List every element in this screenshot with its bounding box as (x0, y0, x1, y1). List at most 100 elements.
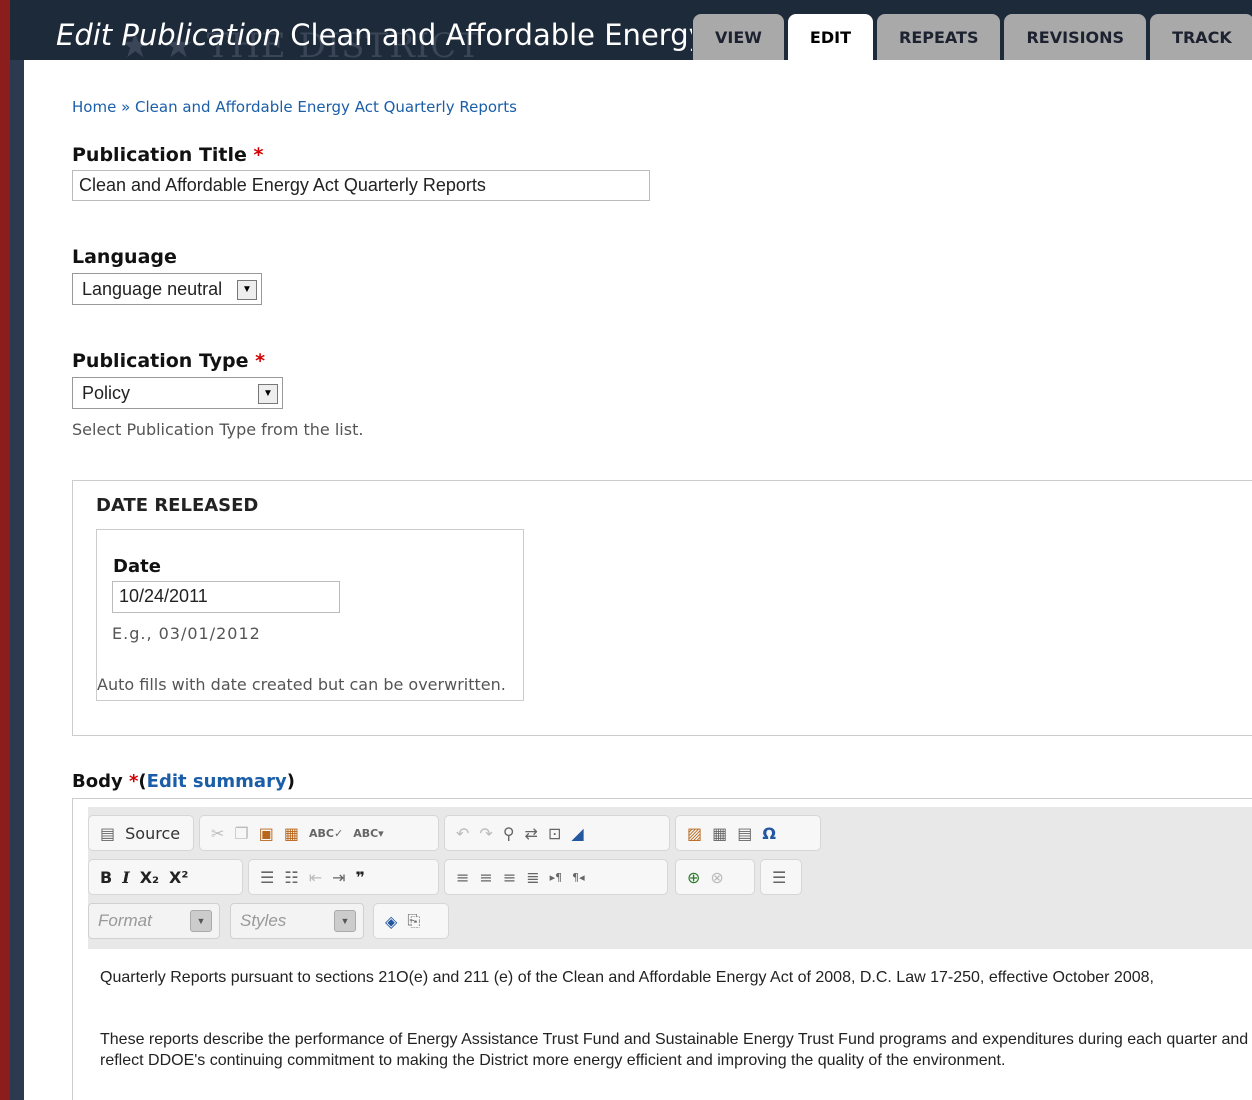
styles-placeholder: Styles (240, 911, 287, 930)
toolbar-group-clipboard: ✂ ❐ ▣ ▦ ABC✓ ABC▾ (199, 815, 439, 851)
language-select[interactable]: Language neutral ▼ (72, 273, 262, 305)
tab-edit[interactable]: EDIT (787, 14, 873, 60)
breadcrumb-home-link[interactable]: Home (72, 98, 116, 116)
tab-track[interactable]: TRACK (1150, 14, 1252, 60)
image-icon[interactable]: ▨ (687, 824, 702, 843)
align-right-icon[interactable]: ≡ (503, 868, 516, 887)
format-placeholder: Format (98, 911, 152, 930)
title-label: Publication Title * (72, 144, 263, 166)
body-paragraph: These reports describe the performance o… (100, 1031, 1249, 1069)
dropdown-arrow-icon: ▼ (237, 280, 257, 300)
paste-icon[interactable]: ▣ (259, 824, 274, 843)
editor-content-area[interactable]: Quarterly Reports pursuant to sections 2… (88, 949, 1252, 1100)
numbered-list-icon[interactable]: ☰ (260, 868, 274, 887)
toolbar-group-align: ≡ ≡ ≡ ≣ ▸¶ ¶◂ (444, 859, 668, 895)
date-help-text: Auto fills with date created but can be … (97, 675, 506, 694)
toolbar-group-links: ⊕ ⊗ (675, 859, 755, 895)
horizontal-rule-icon[interactable]: ▤ (737, 824, 752, 843)
tab-bar: VIEW EDIT REPEATS REVISIONS TRACK L (693, 14, 1252, 60)
breadcrumb-separator: » (116, 98, 136, 116)
required-marker: * (253, 144, 264, 166)
main-content: Home » Clean and Affordable Energy Act Q… (24, 60, 1252, 1100)
bold-button[interactable]: B (100, 868, 112, 887)
superscript-button[interactable]: X² (169, 868, 188, 887)
toolbar-group-pagebreak: ☰ (760, 859, 802, 895)
italic-button[interactable]: I (122, 868, 129, 887)
edit-summary-close: ) (286, 771, 295, 792)
styles-dropdown[interactable]: Styles ▼ (230, 903, 364, 939)
type-select[interactable]: Policy ▼ (72, 377, 283, 409)
toolbar-group-lists: ☰ ☷ ⇤ ⇥ ❞ (248, 859, 439, 895)
dropdown-arrow-icon: ▼ (258, 384, 278, 404)
left-background (10, 60, 24, 1100)
indent-icon[interactable]: ⇥ (332, 868, 345, 887)
spellcheck-as-you-type-icon[interactable]: ABC▾ (353, 827, 384, 840)
required-marker: * (129, 771, 139, 792)
blockquote-icon[interactable]: ❞ (356, 868, 365, 887)
editor-toolbar: ▤ Source ✂ ❐ ▣ ▦ ABC✓ ABC▾ ↶ ↷ ⚲ ⇄ ⊡ ◢ ▨ (88, 807, 1252, 949)
language-select-value: Language neutral (82, 279, 223, 299)
date-input[interactable]: 10/24/2011 (112, 581, 340, 613)
edit-summary-open: ( (138, 771, 147, 792)
bullet-list-icon[interactable]: ☷ (284, 868, 298, 887)
cut-icon[interactable]: ✂ (211, 824, 224, 843)
page-title: Edit Publication Clean and Affordable En… (56, 18, 692, 52)
redo-icon[interactable]: ↷ (479, 824, 492, 843)
breadcrumb-current-link[interactable]: Clean and Affordable Energy Act Quarterl… (135, 98, 517, 116)
ltr-icon[interactable]: ▸¶ (550, 871, 563, 884)
source-icon: ▤ (100, 823, 116, 843)
subscript-button[interactable]: X₂ (140, 868, 159, 887)
align-left-icon[interactable]: ≡ (456, 868, 469, 887)
rtl-icon[interactable]: ¶◂ (572, 871, 585, 884)
date-label: Date (113, 556, 161, 577)
title-label-text: Publication Title (72, 144, 247, 166)
source-button[interactable]: Source (125, 824, 180, 843)
required-marker: * (255, 350, 266, 372)
page-title-rest: Clean and Affordable Energy Act Quarterl… (290, 18, 692, 52)
date-released-legend: DATE RELEASED (96, 495, 259, 516)
find-icon[interactable]: ⚲ (503, 824, 515, 843)
language-label: Language (72, 246, 177, 268)
tab-repeats[interactable]: REPEATS (877, 14, 1001, 60)
edit-summary-link[interactable]: Edit summary (147, 771, 287, 792)
maximize-icon[interactable]: ◈ (385, 912, 397, 931)
unlink-icon[interactable]: ⊗ (710, 868, 723, 887)
type-select-value: Policy (82, 383, 131, 403)
date-released-fieldset: DATE RELEASED Date 10/24/2011 E.g., 03/0… (72, 480, 1252, 736)
left-border (0, 0, 10, 1100)
tab-revisions[interactable]: REVISIONS (1004, 14, 1147, 60)
link-icon[interactable]: ⊕ (687, 868, 700, 887)
paste-text-icon[interactable]: ▦ (284, 824, 299, 843)
toolbar-group-source: ▤ Source (88, 815, 194, 851)
format-dropdown-arrow-icon: ▼ (190, 910, 212, 932)
tab-view[interactable]: VIEW (693, 14, 784, 60)
select-all-icon[interactable]: ⊡ (548, 824, 561, 843)
body-editor: ▤ Source ✂ ❐ ▣ ▦ ABC✓ ABC▾ ↶ ↷ ⚲ ⇄ ⊡ ◢ ▨ (72, 798, 1252, 1100)
copy-icon[interactable]: ❐ (234, 824, 248, 843)
toolbar-group-insert: ▨ ▦ ▤ Ω (675, 815, 821, 851)
title-input[interactable]: Clean and Affordable Energy Act Quarterl… (72, 170, 650, 201)
show-blocks-icon[interactable]: ⎘ (407, 911, 420, 931)
type-label: Publication Type * (72, 350, 265, 372)
toolbar-group-edit: ↶ ↷ ⚲ ⇄ ⊡ ◢ (444, 815, 670, 851)
page-title-prefix: Edit Publication (56, 18, 282, 52)
remove-format-icon[interactable]: ◢ (571, 824, 583, 843)
replace-icon[interactable]: ⇄ (525, 824, 538, 843)
styles-dropdown-arrow-icon: ▼ (334, 910, 356, 932)
table-icon[interactable]: ▦ (712, 824, 727, 843)
date-example: E.g., 03/01/2012 (112, 624, 261, 643)
special-char-icon[interactable]: Ω (762, 824, 776, 843)
format-dropdown[interactable]: Format ▼ (88, 903, 220, 939)
toolbar-group-basic-styles: B I X₂ X² (88, 859, 243, 895)
body-label: Body *(Edit summary) (72, 771, 295, 792)
type-description: Select Publication Type from the list. (72, 420, 364, 439)
page-break-icon[interactable]: ☰ (772, 868, 786, 887)
toolbar-group-tools: ◈ ⎘ (373, 903, 449, 939)
body-label-text: Body (72, 771, 123, 792)
justify-icon[interactable]: ≣ (526, 868, 539, 887)
undo-icon[interactable]: ↶ (456, 824, 469, 843)
align-center-icon[interactable]: ≡ (479, 868, 492, 887)
outdent-icon[interactable]: ⇤ (309, 868, 322, 887)
type-label-text: Publication Type (72, 350, 249, 372)
spellcheck-icon[interactable]: ABC✓ (309, 827, 343, 840)
